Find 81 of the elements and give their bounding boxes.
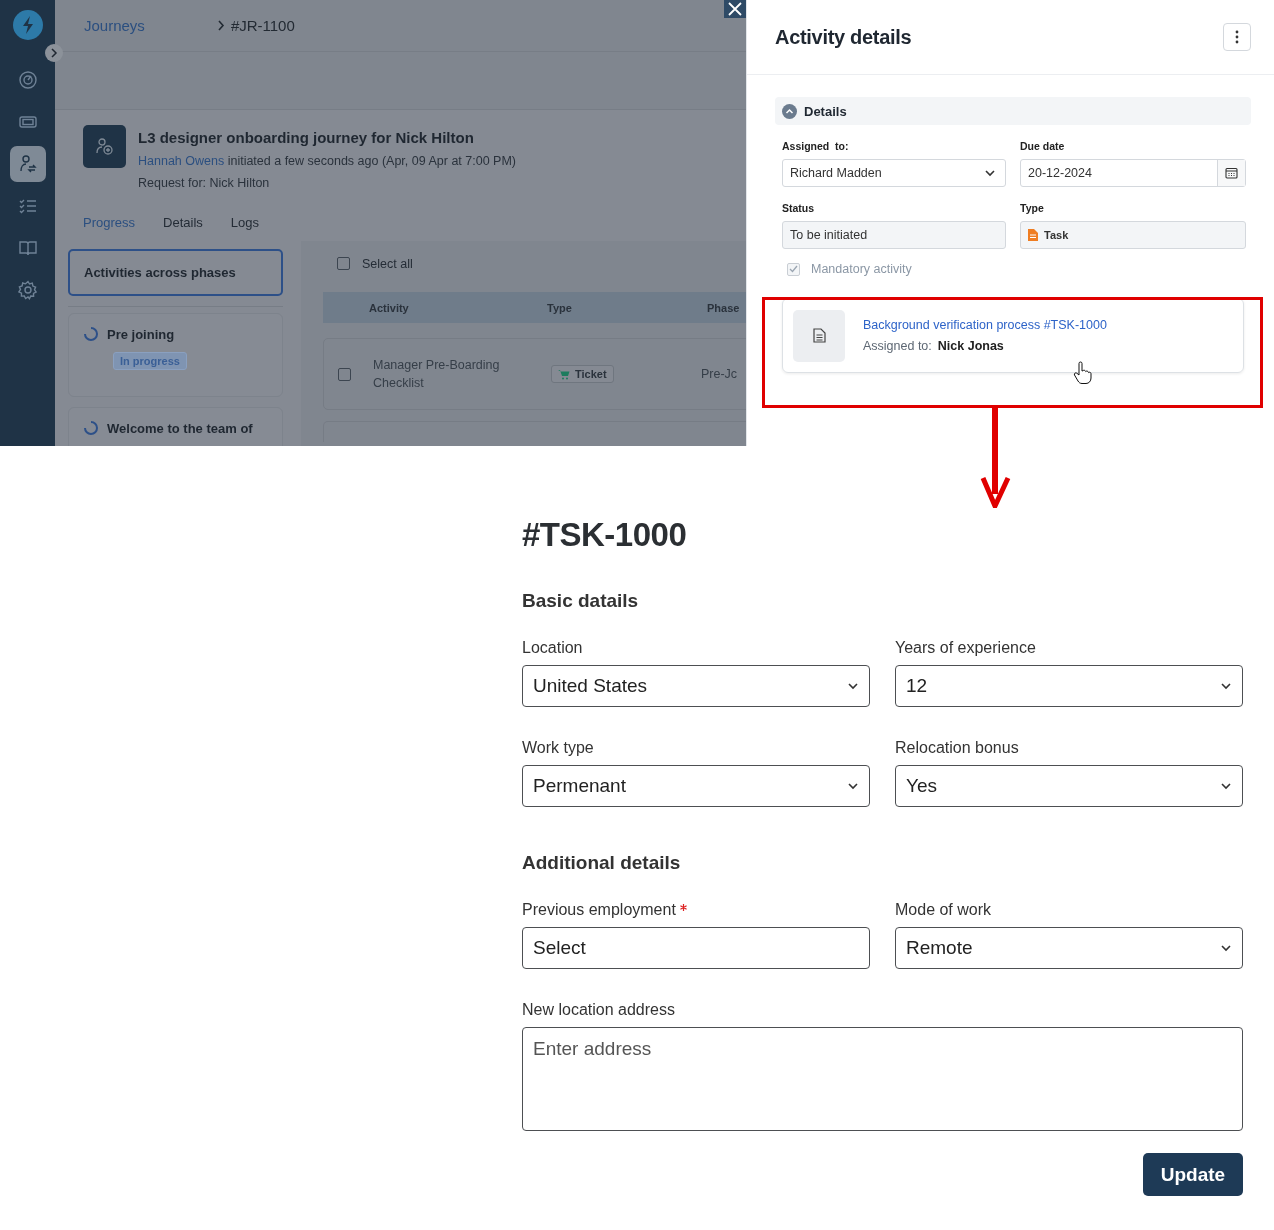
field-label: Years of experience	[895, 639, 1036, 657]
dropdown[interactable]: Remote	[895, 927, 1243, 969]
field-label: New location address	[522, 1001, 675, 1019]
type-tag: Ticket	[551, 365, 614, 383]
logo-icon[interactable]	[12, 10, 43, 40]
input-field[interactable]: Select	[522, 927, 870, 969]
update-button[interactable]: Update	[1143, 1153, 1243, 1196]
chevron-icon	[216, 20, 225, 31]
panel-title: Activity details	[775, 25, 912, 49]
field-label: Relocation bonus	[895, 739, 1019, 757]
phase-card[interactable]: Welcome to the team of	[68, 407, 283, 446]
calendar-icon	[1225, 167, 1238, 179]
checkbox-label: Mandatory activity	[811, 262, 912, 276]
chevron-icon	[1220, 944, 1232, 952]
section-title: Basic datails	[522, 590, 640, 612]
field-label: Location	[522, 639, 583, 657]
more-options-button[interactable]	[1223, 23, 1251, 51]
chevron-icon	[1220, 782, 1232, 790]
column-header: Type	[547, 301, 573, 314]
date-field[interactable]: 20-12-2024	[1020, 159, 1246, 187]
field-label: Status	[782, 202, 816, 214]
assignee-name: Nick Jonas	[937, 339, 1004, 353]
column-header: Activity	[369, 301, 410, 314]
field-label: Assigned to:	[782, 140, 850, 152]
checkbox[interactable]	[337, 257, 350, 270]
gear-icon	[17, 280, 38, 300]
tab[interactable]: Logs	[230, 215, 259, 230]
required-icon	[679, 903, 687, 911]
address-field[interactable]: Enter address	[522, 1027, 1243, 1131]
kebab-icon	[1235, 30, 1239, 44]
journey-icon	[17, 154, 38, 174]
field-label: Mode of work	[895, 901, 992, 919]
spinner-icon	[83, 420, 99, 436]
document-icon	[793, 309, 845, 362]
request-for-text: Request for: Nick Hilton	[138, 176, 271, 190]
chevron-icon	[50, 48, 58, 58]
section-title: Additional details	[522, 852, 682, 874]
checkbox[interactable]	[338, 367, 351, 381]
tab[interactable]: Details	[163, 215, 203, 230]
chevron-icon	[984, 169, 996, 177]
activity-name: Manager Pre-Boarding Checklist	[372, 357, 501, 392]
dropdown[interactable]: 12	[895, 665, 1243, 707]
status-badge: In progress	[113, 352, 187, 370]
book-icon	[17, 238, 38, 258]
sidebar-item[interactable]	[9, 146, 46, 182]
type-field: Task	[1020, 221, 1246, 249]
close-button[interactable]	[724, 0, 746, 18]
phase-name: Pre joining	[107, 326, 175, 342]
section-title: Details	[804, 103, 847, 119]
expand-button[interactable]	[45, 44, 63, 62]
dropdown[interactable]: United States	[522, 665, 870, 707]
task-title: #TSK-1000	[522, 516, 688, 554]
journey-icon	[83, 125, 126, 168]
spinner-icon	[83, 326, 99, 342]
select-all-label: Select all	[362, 256, 413, 271]
dropdown[interactable]: Permenant	[522, 765, 870, 807]
breadcrumb-current: #JR-1100	[230, 17, 295, 34]
status-field: To be initiated	[782, 221, 1006, 249]
chevron-icon	[847, 782, 859, 790]
task-link[interactable]: Background verification process #TSK-1000	[863, 318, 1107, 332]
phase-cell-text: Pre-Jc	[701, 367, 739, 381]
phases-filter-button[interactable]: Activities across phases	[68, 249, 283, 296]
field-label: Previous employment	[522, 901, 676, 919]
chevron-icon	[847, 682, 859, 690]
field-label: Work type	[522, 739, 594, 757]
field-label: Type	[1020, 202, 1045, 214]
document-icon	[1028, 229, 1038, 241]
assignee-dropdown[interactable]: Richard Madden	[782, 159, 1006, 187]
chevron-icon	[1220, 682, 1232, 690]
hand-cursor-icon	[1073, 361, 1093, 385]
phase-name: Welcome to the team of	[107, 420, 253, 436]
field-label: Due date	[1020, 140, 1066, 152]
gauge-icon	[17, 70, 38, 90]
cart-icon	[558, 368, 570, 380]
journey-title: L3 designer onboarding journey for Nick Hilton	[138, 129, 475, 146]
section-header[interactable]: Details	[775, 97, 1251, 125]
phase-card[interactable]: Pre joining In progress	[68, 313, 283, 397]
column-header: Phase	[707, 301, 741, 314]
initiated-text: initiated a few seconds ago (Apr, 09 Apr at 7:00 PM)	[227, 154, 517, 168]
dropdown[interactable]: Yes	[895, 765, 1243, 807]
assigned-label: Assigned to:	[863, 339, 932, 353]
